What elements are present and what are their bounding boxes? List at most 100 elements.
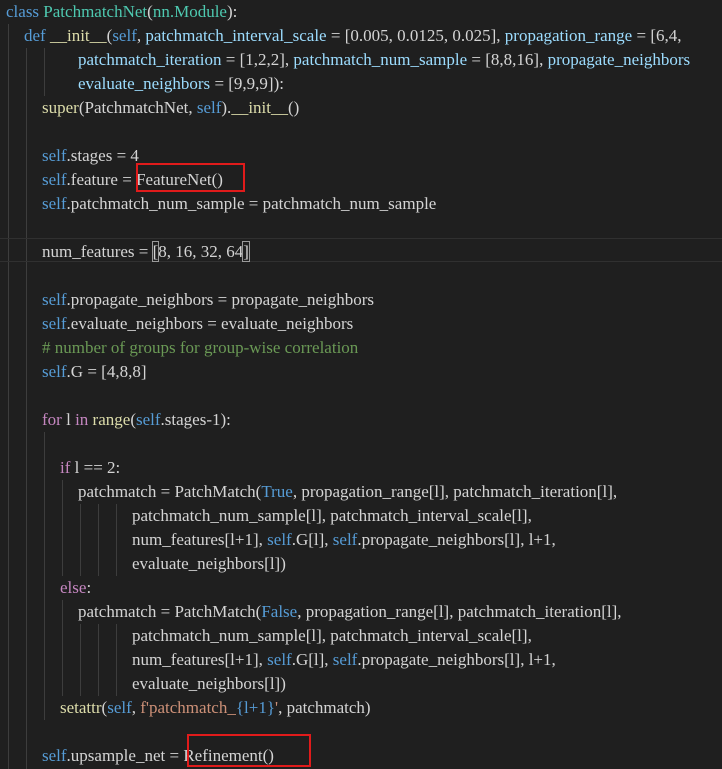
code-line[interactable]: class PatchmatchNet(nn.Module):: [6, 0, 237, 24]
code-line[interactable]: evaluate_neighbors[l]): [132, 672, 286, 696]
code-token: self: [42, 314, 67, 333]
code-token: patchmatch = PatchMatch(: [78, 482, 262, 501]
code-token: self: [107, 698, 132, 717]
code-line[interactable]: num_features[l+1], self.G[l], self.propa…: [132, 648, 556, 672]
indent-guide: [80, 624, 81, 696]
code-token: [8, 16, 32, 64]: [151, 241, 250, 262]
bracket-match-close: ]: [242, 241, 250, 262]
indent-guide: [80, 504, 81, 576]
code-token: .propagate_neighbors = propagate_neighbo…: [66, 290, 375, 309]
code-token: num_features[l+1],: [132, 650, 268, 669]
indent-guide: [26, 96, 27, 769]
code-line[interactable]: self.G = [4,8,8]: [42, 360, 146, 384]
code-line[interactable]: patchmatch_iteration = [1,2,2], patchmat…: [78, 48, 690, 72]
code-token: for: [42, 410, 67, 429]
code-token: (PatchmatchNet,: [78, 98, 197, 117]
code-token: __init__: [231, 98, 288, 117]
code-line[interactable]: num_features = [8, 16, 32, 64]: [42, 240, 250, 264]
code-token: = [1,2,2],: [221, 50, 294, 69]
code-token: , propagation_range[l], patchmatch_itera…: [297, 602, 622, 621]
code-token: False: [261, 602, 298, 621]
code-line[interactable]: self.propagate_neighbors = propagate_nei…: [42, 288, 374, 312]
code-token: .stages = 4: [66, 146, 139, 165]
code-token: class: [6, 2, 44, 21]
code-line[interactable]: num_features[l+1], self.G[l], self.propa…: [132, 528, 556, 552]
code-token: patchmatch_iteration: [78, 50, 222, 69]
code-token: l: [66, 410, 76, 429]
code-token: self: [267, 530, 292, 549]
code-token: evaluate_neighbors[l]): [132, 674, 286, 693]
code-line[interactable]: self.patchmatch_num_sample = patchmatch_…: [42, 192, 436, 216]
code-token: if: [60, 458, 75, 477]
code-line[interactable]: setattr(self, f'patchmatch_{l+1}', patch…: [60, 696, 371, 720]
code-token: = [8,8,16],: [467, 50, 548, 69]
code-token: propagate_neighbors: [547, 50, 691, 69]
code-token: .G[l],: [291, 650, 333, 669]
code-line[interactable]: for l in range(self.stages-1):: [42, 408, 231, 432]
code-token: patchmatch_interval_scale: [145, 26, 327, 45]
code-token: else: [60, 578, 87, 597]
code-token: self: [332, 650, 358, 669]
code-token: evaluate_neighbors: [78, 74, 211, 93]
code-line[interactable]: # number of groups for group-wise correl…: [42, 336, 358, 360]
code-token: l == 2:: [74, 458, 121, 477]
code-token: self: [42, 290, 67, 309]
code-token: super: [42, 98, 79, 117]
code-token: self: [267, 650, 292, 669]
code-line[interactable]: self.feature = FeatureNet(): [42, 168, 223, 192]
code-token: __init__: [49, 26, 107, 45]
code-token: def: [24, 26, 50, 45]
code-token: .G = [4,8,8]: [66, 362, 147, 381]
code-line[interactable]: evaluate_neighbors = [9,9,9]):: [78, 72, 284, 96]
code-token: range: [92, 410, 131, 429]
code-line[interactable]: super(PatchmatchNet, self).__init__(): [42, 96, 299, 120]
code-line[interactable]: patchmatch = PatchMatch(True, propagatio…: [78, 480, 617, 504]
code-token: (): [287, 98, 300, 117]
code-token: patchmatch_num_sample[l], patchmatch_int…: [132, 506, 532, 525]
code-token: in: [75, 410, 93, 429]
indent-guide: [116, 504, 117, 576]
code-token: self: [42, 362, 67, 381]
code-editor[interactable]: class PatchmatchNet(nn.Module): def __ini…: [0, 0, 722, 769]
code-token: ):: [226, 2, 238, 21]
indent-guide: [8, 24, 9, 769]
indent-guide: [62, 480, 63, 576]
code-line[interactable]: self.upsample_net = Refinement(): [42, 744, 274, 768]
code-token: .G[l],: [291, 530, 333, 549]
code-token: Refinement(): [183, 746, 274, 765]
code-token: PatchmatchNet: [43, 2, 148, 21]
code-token: .patchmatch_num_sample = patchmatch_num_…: [66, 194, 437, 213]
code-token: ,: [131, 698, 141, 717]
code-line[interactable]: patchmatch_num_sample[l], patchmatch_int…: [132, 504, 532, 528]
code-token: # number of groups for group-wise correl…: [42, 338, 359, 357]
indent-guide: [98, 504, 99, 576]
code-line[interactable]: else:: [60, 576, 91, 600]
code-line[interactable]: self.stages = 4: [42, 144, 139, 168]
code-token: num_features =: [42, 242, 153, 261]
code-token: , propagation_range[l], patchmatch_itera…: [292, 482, 618, 501]
code-token: ).: [221, 98, 232, 117]
code-line[interactable]: patchmatch = PatchMatch(False, propagati…: [78, 600, 622, 624]
code-line[interactable]: def __init__(self, patchmatch_interval_s…: [24, 24, 681, 48]
code-token: .evaluate_neighbors = evaluate_neighbors: [66, 314, 354, 333]
code-token: num_features[l+1],: [132, 530, 268, 549]
code-line[interactable]: if l == 2:: [60, 456, 120, 480]
code-line[interactable]: patchmatch_num_sample[l], patchmatch_int…: [132, 624, 532, 648]
indent-guide: [44, 48, 45, 96]
code-token: setattr: [60, 698, 102, 717]
bracket-match-open: [: [151, 241, 160, 262]
code-token: .feature =: [66, 170, 137, 189]
code-token: .upsample_net =: [66, 746, 184, 765]
code-token: True: [261, 482, 293, 501]
code-line[interactable]: evaluate_neighbors[l]): [132, 552, 286, 576]
code-token: = [9,9,9]):: [210, 74, 284, 93]
code-line[interactable]: self.evaluate_neighbors = evaluate_neigh…: [42, 312, 353, 336]
code-token: patchmatch_num_sample[l], patchmatch_int…: [132, 626, 532, 645]
code-token: patchmatch = PatchMatch(: [78, 602, 262, 621]
code-token: f'patchmatch_: [140, 698, 236, 717]
indent-guide: [62, 600, 63, 696]
code-token: nn.Module: [152, 2, 227, 21]
code-token: self: [42, 746, 67, 765]
code-token: self: [332, 530, 358, 549]
code-token: self: [112, 26, 137, 45]
